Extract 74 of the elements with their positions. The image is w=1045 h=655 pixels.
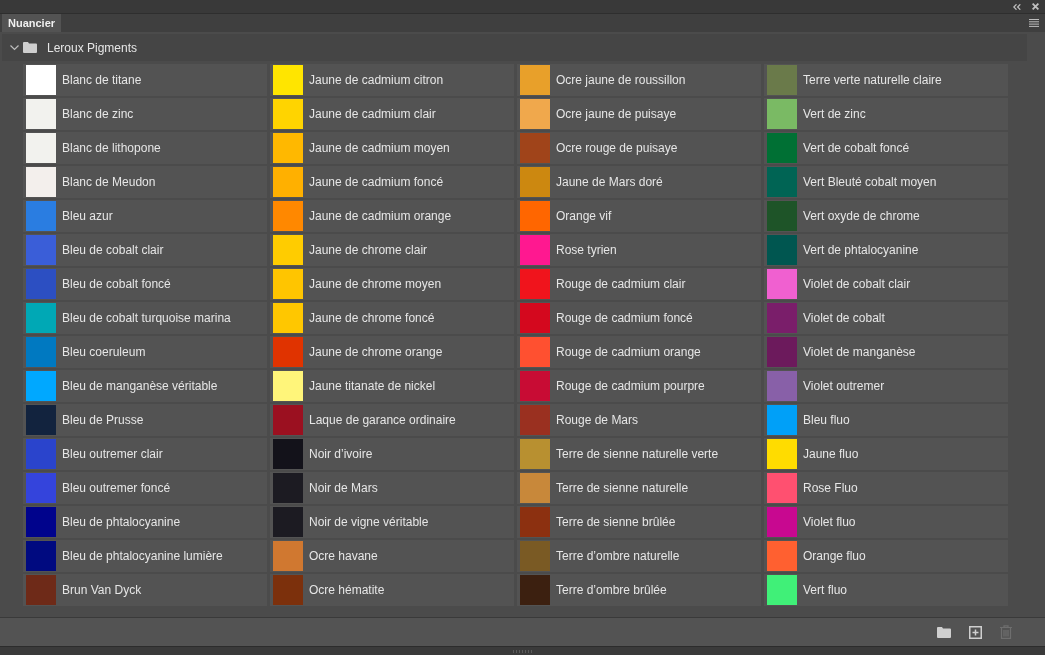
swatch-item[interactable]: Rouge de cadmium clair — [517, 268, 761, 300]
swatch-item[interactable]: Jaune de Mars doré — [517, 166, 761, 198]
swatch-item[interactable]: Vert de cobalt foncé — [764, 132, 1008, 164]
swatch-item[interactable]: Bleu de manganèse véritable — [23, 370, 267, 402]
folder-icon — [23, 42, 37, 53]
menu-icon[interactable] — [1029, 19, 1039, 27]
swatch-item[interactable]: Orange vif — [517, 200, 761, 232]
swatch-item[interactable]: Jaune fluo — [764, 438, 1008, 470]
collapse-icon[interactable] — [1013, 3, 1021, 10]
swatch-item[interactable]: Jaune de chrome foncé — [270, 302, 514, 334]
resize-grip-icon[interactable] — [512, 649, 533, 653]
swatch-item[interactable]: Noir de vigne véritable — [270, 506, 514, 538]
swatch-item[interactable]: Ocre havane — [270, 540, 514, 572]
swatch-item[interactable]: Jaune de cadmium foncé — [270, 166, 514, 198]
swatch-item[interactable]: Bleu de cobalt foncé — [23, 268, 267, 300]
swatch-item[interactable]: Violet outremer — [764, 370, 1008, 402]
close-icon[interactable] — [1032, 3, 1039, 10]
swatch-item[interactable]: Ocre jaune de puisaye — [517, 98, 761, 130]
swatch-item[interactable]: Bleu de Prusse — [23, 404, 267, 436]
swatch-item[interactable]: Jaune de chrome moyen — [270, 268, 514, 300]
swatch-item[interactable]: Blanc de lithopone — [23, 132, 267, 164]
swatch-item[interactable]: Violet de cobalt clair — [764, 268, 1008, 300]
swatch-item[interactable]: Jaune de cadmium orange — [270, 200, 514, 232]
swatch-item[interactable]: Ocre rouge de puisaye — [517, 132, 761, 164]
swatch-item[interactable]: Laque de garance ordinaire — [270, 404, 514, 436]
swatch-item[interactable]: Brun Van Dyck — [23, 574, 267, 606]
swatch-item[interactable]: Bleu de phtalocyanine — [23, 506, 267, 538]
swatch-item[interactable]: Bleu de cobalt turquoise marina — [23, 302, 267, 334]
swatch-item[interactable]: Terre de sienne naturelle — [517, 472, 761, 504]
swatch-item[interactable]: Violet fluo — [764, 506, 1008, 538]
swatch-item[interactable]: Terre verte naturelle claire — [764, 64, 1008, 96]
swatch-item[interactable]: Terre d’ombre naturelle — [517, 540, 761, 572]
swatch-item[interactable]: Vert de phtalocyanine — [764, 234, 1008, 266]
swatch-item[interactable]: Jaune de chrome orange — [270, 336, 514, 368]
new-swatch-icon[interactable] — [969, 625, 982, 639]
swatch-item[interactable]: Jaune de cadmium citron — [270, 64, 514, 96]
swatch-item[interactable]: Bleu de cobalt clair — [23, 234, 267, 266]
swatch-item[interactable]: Bleu azur — [23, 200, 267, 232]
swatch-item[interactable]: Jaune de cadmium clair — [270, 98, 514, 130]
swatch-item[interactable]: Bleu fluo — [764, 404, 1008, 436]
swatch-item[interactable]: Rose Fluo — [764, 472, 1008, 504]
swatch-item[interactable]: Rouge de cadmium pourpre — [517, 370, 761, 402]
swatch-item[interactable]: Rouge de Mars — [517, 404, 761, 436]
swatch-item[interactable]: Rose tyrien — [517, 234, 761, 266]
swatch-item[interactable]: Violet de manganèse — [764, 336, 1008, 368]
swatch-item[interactable]: Orange fluo — [764, 540, 1008, 572]
swatch-item[interactable]: Blanc de Meudon — [23, 166, 267, 198]
swatch-item[interactable]: Noir de Mars — [270, 472, 514, 504]
swatch-item[interactable]: Bleu de phtalocyanine lumière — [23, 540, 267, 572]
swatch-item[interactable]: Terre de sienne naturelle verte — [517, 438, 761, 470]
swatch-item[interactable]: Rouge de cadmium foncé — [517, 302, 761, 334]
swatch-item[interactable]: Ocre hématite — [270, 574, 514, 606]
swatch-item[interactable]: Bleu outremer foncé — [23, 472, 267, 504]
folder-icon[interactable] — [937, 626, 951, 638]
swatch-item[interactable]: Blanc de zinc — [23, 98, 267, 130]
swatch-item[interactable]: Jaune de cadmium moyen — [270, 132, 514, 164]
swatch-item[interactable]: Vert fluo — [764, 574, 1008, 606]
swatch-item[interactable]: Terre de sienne brûlée — [517, 506, 761, 538]
swatch-item[interactable]: Vert Bleuté cobalt moyen — [764, 166, 1008, 198]
group-header[interactable]: Leroux Pigments — [2, 34, 1027, 61]
chevron-down-icon[interactable] — [10, 43, 19, 52]
swatch-item[interactable]: Bleu coeruleum — [23, 336, 267, 368]
swatch-item[interactable]: Vert oxyde de chrome — [764, 200, 1008, 232]
swatch-item[interactable]: Blanc de titane — [23, 64, 267, 96]
panel-tab[interactable]: Nuancier — [2, 14, 62, 32]
swatch-item[interactable]: Vert de zinc — [764, 98, 1008, 130]
swatch-item[interactable]: Violet de cobalt — [764, 302, 1008, 334]
swatch-item[interactable]: Noir d’ivoire — [270, 438, 514, 470]
swatch-item[interactable]: Jaune titanate de nickel — [270, 370, 514, 402]
swatch-item[interactable]: Bleu outremer clair — [23, 438, 267, 470]
swatch-item[interactable]: Rouge de cadmium orange — [517, 336, 761, 368]
swatch-item[interactable]: Terre d’ombre brûlée — [517, 574, 761, 606]
swatch-item[interactable]: Ocre jaune de roussillon — [517, 64, 761, 96]
swatch-item[interactable]: Jaune de chrome clair — [270, 234, 514, 266]
